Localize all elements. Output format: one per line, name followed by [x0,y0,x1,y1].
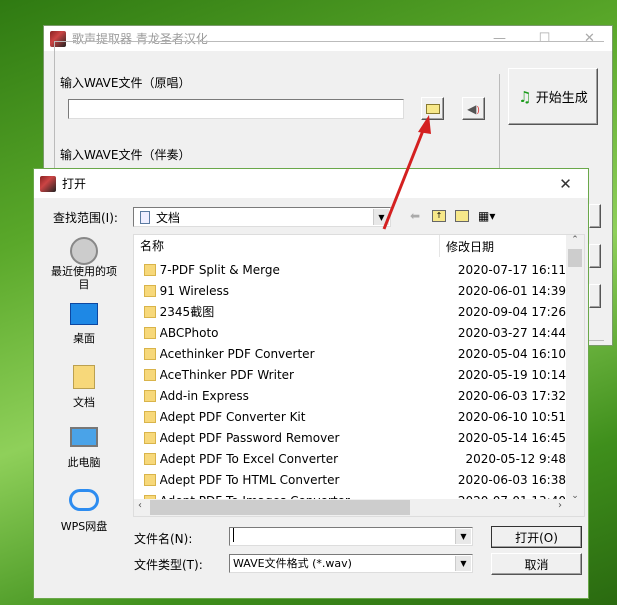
annotation-arrow [382,115,431,230]
arrow-shaft [382,127,426,230]
arrow-head [418,115,431,134]
